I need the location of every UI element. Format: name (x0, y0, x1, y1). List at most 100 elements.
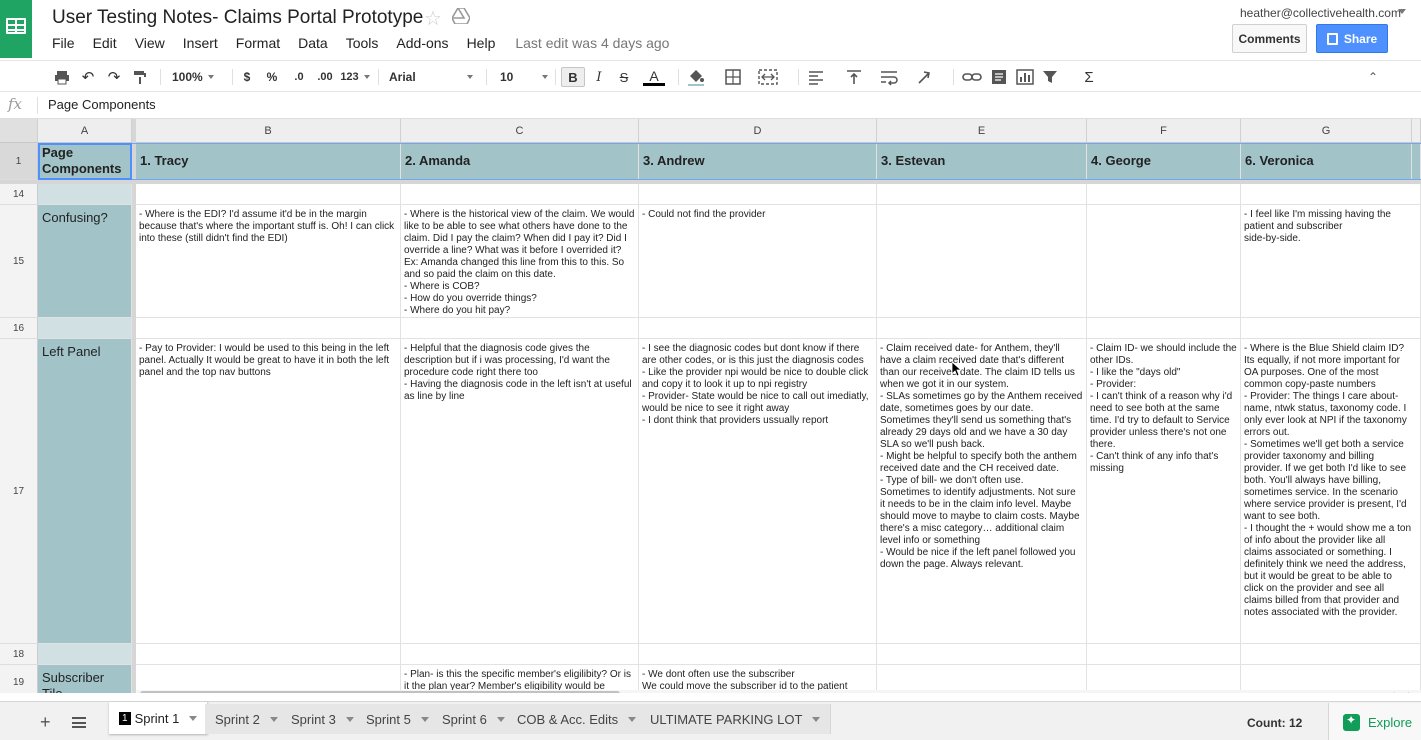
header-cell-tracy[interactable]: 1. Tracy (136, 143, 401, 180)
header-cell-veronica[interactable]: 6. Veronica (1241, 143, 1412, 180)
table-cell[interactable] (38, 184, 132, 205)
table-cell[interactable] (639, 318, 877, 339)
borders-icon[interactable] (725, 67, 741, 87)
header-cell-george[interactable]: 4. George (1087, 143, 1241, 180)
table-cell[interactable]: - I see the diagnosic codes but dont kno… (639, 339, 877, 644)
last-edit-link[interactable]: Last edit was 4 days ago (515, 35, 669, 51)
zoom-select[interactable]: 100% (172, 67, 228, 87)
table-cell[interactable] (1087, 644, 1241, 665)
header-cell-page-components[interactable]: Page Components (38, 143, 132, 180)
menu-help[interactable]: Help (467, 35, 496, 51)
move-to-folder-icon[interactable] (452, 8, 470, 24)
increase-decimal-button[interactable]: .00 (314, 67, 336, 87)
column-header-g[interactable]: G (1241, 119, 1412, 143)
table-cell[interactable] (877, 205, 1087, 318)
star-icon[interactable]: ☆ (424, 6, 442, 31)
table-cell[interactable] (136, 644, 401, 665)
row-label-subscriber-tile[interactable]: Subscriber Tile (38, 665, 132, 693)
sheet-tab-ultimate-parking-lot[interactable]: ULTIMATE PARKING LOT (640, 704, 832, 734)
table-cell[interactable] (401, 318, 639, 339)
sheet-tab-sprint-3[interactable]: Sprint 3 (281, 704, 365, 734)
table-cell[interactable] (136, 318, 401, 339)
vertical-align-icon[interactable] (846, 67, 862, 87)
sheet-tab-sprint-5[interactable]: Sprint 5 (356, 704, 440, 734)
table-cell[interactable]: - Where is the EDI? I'd assume it'd be i… (136, 205, 401, 318)
table-cell[interactable] (38, 644, 132, 665)
sheet-tab-cob-acc-edits[interactable]: COB & Acc. Edits (507, 704, 648, 734)
menu-format[interactable]: Format (236, 35, 280, 51)
column-header-b[interactable]: B (136, 119, 401, 143)
horizontal-align-icon[interactable] (808, 67, 824, 87)
frozen-column-divider[interactable] (132, 119, 136, 693)
sheet-tab-sprint-2[interactable]: Sprint 2 (205, 704, 289, 734)
row-label-left-panel[interactable]: Left Panel (38, 339, 132, 644)
redo-icon[interactable]: ↷ (106, 67, 122, 87)
add-sheet-icon[interactable]: + (40, 712, 51, 733)
table-cell[interactable] (639, 644, 877, 665)
table-cell[interactable] (1241, 318, 1421, 339)
table-cell[interactable]: - Helpful that the diagnosis code gives … (401, 339, 639, 644)
collapse-toolbar-icon[interactable]: ⌃ (1366, 67, 1380, 87)
column-header-c[interactable]: C (401, 119, 639, 143)
table-cell[interactable] (1087, 184, 1241, 205)
row-header-17[interactable]: 17 (0, 339, 38, 644)
scroll-right-icon[interactable]: ▸ (1408, 689, 1413, 693)
table-cell[interactable] (401, 184, 639, 205)
selection-count[interactable]: Count: 12 (1247, 716, 1302, 730)
column-header-d[interactable]: D (639, 119, 877, 143)
select-all-corner[interactable] (0, 119, 38, 143)
more-formats-select[interactable]: 123 (340, 67, 370, 87)
table-cell[interactable]: - We dont often use the subscriber We co… (639, 665, 877, 693)
table-cell[interactable] (639, 184, 877, 205)
functions-button[interactable]: Σ (1082, 67, 1096, 87)
insert-comment-icon[interactable] (991, 67, 1007, 87)
row-header-14[interactable]: 14 (0, 184, 38, 205)
table-cell[interactable] (877, 318, 1087, 339)
paint-format-icon[interactable] (132, 67, 148, 87)
column-header-a[interactable]: A (38, 119, 132, 143)
table-cell[interactable] (136, 184, 401, 205)
table-cell[interactable] (1241, 184, 1421, 205)
scroll-left-icon[interactable]: ◂ (1390, 689, 1395, 693)
decrease-decimal-button[interactable]: .0 (289, 67, 309, 87)
all-sheets-icon[interactable] (72, 717, 86, 728)
sheet-tab-sprint-6[interactable]: Sprint 6 (432, 704, 516, 734)
insert-link-icon[interactable] (962, 67, 982, 87)
table-cell[interactable]: - I feel like I'm missing having the pat… (1241, 205, 1421, 318)
horizontal-scrollbar[interactable] (140, 691, 620, 693)
frozen-row-divider[interactable] (0, 180, 1421, 184)
menu-data[interactable]: Data (298, 35, 328, 51)
menu-addons[interactable]: Add-ons (396, 35, 448, 51)
undo-icon[interactable]: ↶ (80, 67, 96, 87)
font-family-select[interactable]: Arial (389, 67, 473, 87)
menu-insert[interactable]: Insert (183, 35, 218, 51)
comments-button[interactable]: Comments (1232, 24, 1307, 53)
menu-view[interactable]: View (135, 35, 165, 51)
sheet-tab-sprint-1[interactable]: 1 Sprint 1 (109, 702, 209, 734)
table-cell[interactable] (136, 665, 401, 693)
table-cell[interactable] (1241, 644, 1421, 665)
currency-format-button[interactable]: $ (240, 67, 254, 87)
table-cell[interactable]: - Where is the historical view of the cl… (401, 205, 639, 318)
row-label-confusing[interactable]: Confusing? (38, 205, 132, 318)
menu-tools[interactable]: Tools (346, 35, 379, 51)
table-cell[interactable]: - Plan- is this the specific member's el… (401, 665, 639, 693)
table-cell[interactable]: - Where is the Blue Shield claim ID? Its… (1241, 339, 1421, 644)
table-cell[interactable] (877, 644, 1087, 665)
document-title[interactable]: User Testing Notes- Claims Portal Protot… (52, 7, 423, 29)
share-button[interactable]: Share (1316, 24, 1388, 53)
fill-color-icon[interactable] (687, 67, 705, 87)
table-cell[interactable] (877, 184, 1087, 205)
table-cell[interactable] (401, 644, 639, 665)
insert-chart-icon[interactable] (1016, 67, 1034, 87)
table-cell[interactable] (38, 318, 132, 339)
sheet-grid[interactable]: A B C D E F G 1 Page Components 1. Tracy… (0, 119, 1421, 693)
table-cell[interactable]: - Claim ID- we should include the other … (1087, 339, 1241, 644)
table-cell[interactable] (877, 665, 1087, 693)
table-cell[interactable]: - Could not find the provider (639, 205, 877, 318)
table-cell[interactable]: - Claim received date- for Anthem, they'… (877, 339, 1087, 644)
table-cell[interactable] (1087, 318, 1241, 339)
row-header-1[interactable]: 1 (0, 143, 38, 180)
font-size-select[interactable]: 10 (500, 67, 548, 87)
row-header-18[interactable]: 18 (0, 644, 38, 665)
